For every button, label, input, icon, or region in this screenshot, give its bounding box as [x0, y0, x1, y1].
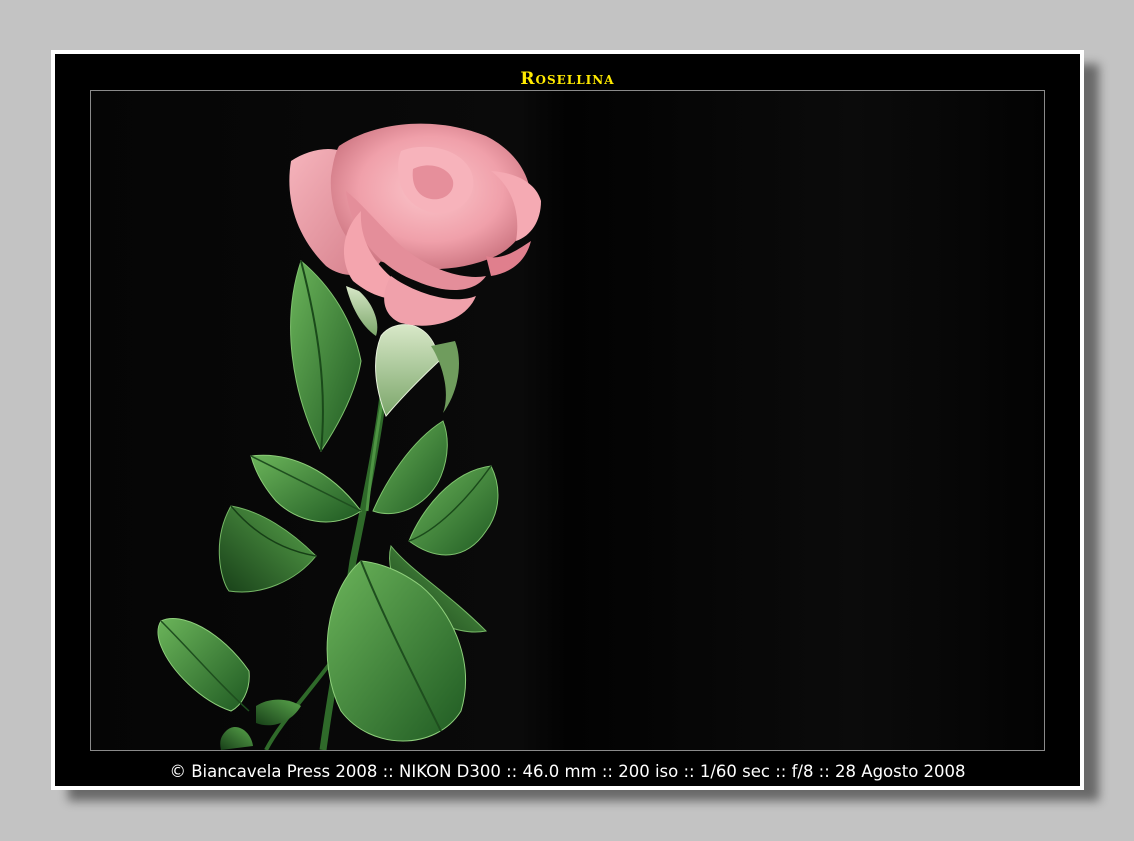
photo-title: Rosellina [520, 69, 615, 89]
photo-caption: © Biancavela Press 2008 :: NIKON D300 ::… [169, 762, 966, 781]
rose-illustration [91, 91, 1044, 750]
photo-frame: Rosellina © Biancavela Press 2008:: NIK… [51, 50, 1084, 790]
rose-photograph [90, 90, 1045, 751]
